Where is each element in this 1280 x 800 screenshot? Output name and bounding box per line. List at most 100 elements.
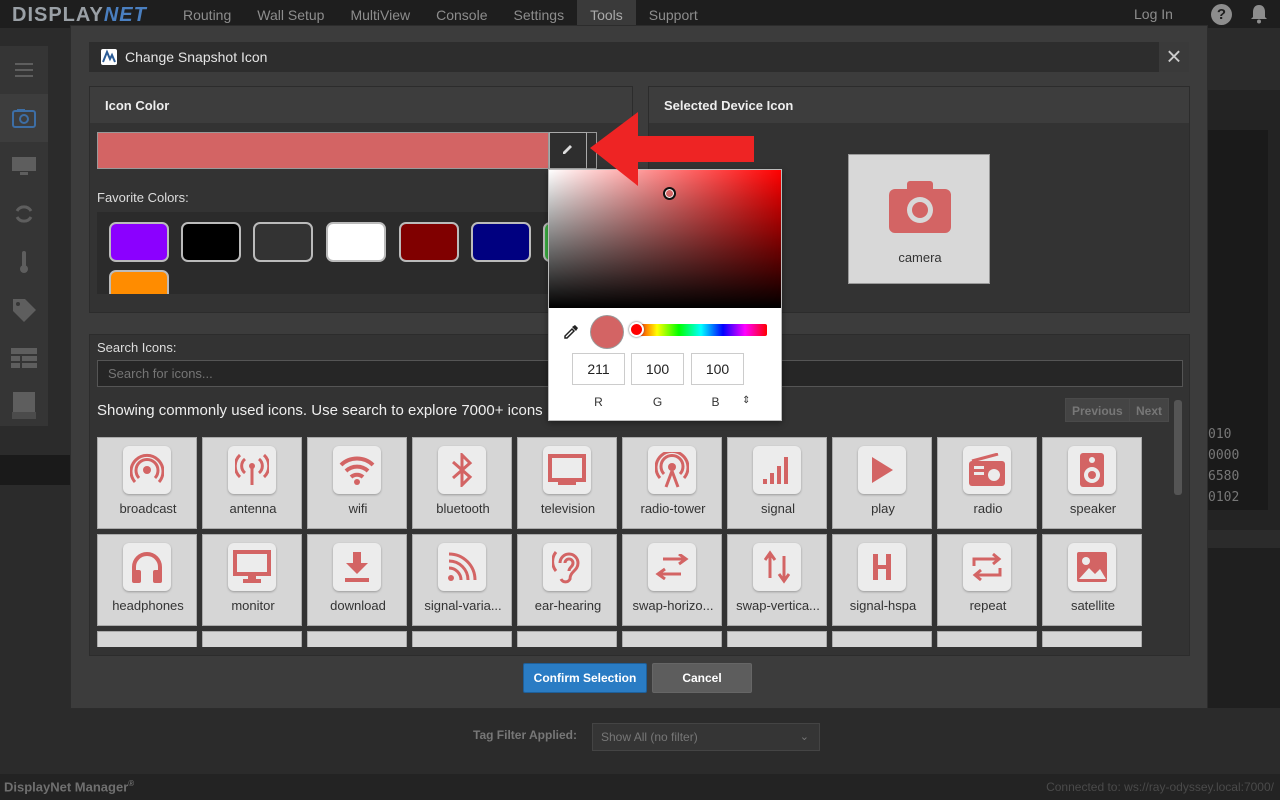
icon-tile-signal[interactable]: signal [727, 437, 827, 529]
color-picker-popup: 211 100 100 R G B ⇕ [548, 169, 782, 421]
refresh-icon[interactable] [0, 190, 48, 238]
repeat-icon [963, 543, 1011, 591]
icon-tile-radio[interactable]: radio [937, 437, 1037, 529]
icon-tile-label: speaker [1069, 501, 1117, 516]
icon-tile[interactable] [202, 631, 302, 647]
icon-tile-repeat[interactable]: repeat [937, 534, 1037, 626]
icon-tile-signal-variant[interactable]: signal-varia... [412, 534, 512, 626]
ear-hearing-icon [543, 543, 591, 591]
favorite-color-swatch[interactable] [326, 222, 386, 262]
displaynet-logo: DISPLAYNET [12, 4, 147, 26]
icon-tile-wifi[interactable]: wifi [307, 437, 407, 529]
icon-tile-label: bluetooth [436, 501, 490, 516]
close-icon[interactable]: × [1159, 42, 1189, 72]
nav-settings[interactable]: Settings [500, 0, 577, 28]
icon-tile-radio-tower[interactable]: radio-tower [622, 437, 722, 529]
swap-horizontal-icon [648, 543, 696, 591]
satellite-icon [1068, 543, 1116, 591]
favorite-color-swatch[interactable] [109, 222, 169, 262]
red-input[interactable]: 211 [572, 353, 625, 385]
nav-support[interactable]: Support [636, 0, 711, 28]
annotation-arrow-icon [590, 112, 754, 186]
icon-tile-swap-horizontal[interactable]: swap-horizo... [622, 534, 722, 626]
nav-wall-setup[interactable]: Wall Setup [244, 0, 337, 28]
icon-tile-television[interactable]: television [517, 437, 617, 529]
icon-tile-broadcast[interactable]: broadcast [97, 437, 197, 529]
login-link[interactable]: Log In [1134, 6, 1173, 22]
pencil-icon[interactable] [549, 132, 587, 169]
nav-console[interactable]: Console [423, 0, 500, 28]
icon-tile-ear-hearing[interactable]: ear-hearing [517, 534, 617, 626]
sidebar [0, 46, 48, 426]
tag-icon[interactable] [0, 286, 48, 334]
icon-tile-label: play [871, 501, 895, 516]
icon-tile[interactable] [937, 631, 1037, 647]
icon-grid-scrollbar[interactable] [1174, 400, 1182, 495]
background-band [1208, 548, 1280, 708]
tag-filter-select[interactable]: Show All (no filter) ⌄ [592, 723, 820, 751]
eyedropper-icon[interactable] [563, 324, 579, 340]
top-nav: DISPLAYNET Routing Wall Setup MultiView … [0, 0, 1280, 28]
wifi-icon [333, 446, 381, 494]
previous-button[interactable]: Previous [1065, 398, 1130, 422]
edid-icon[interactable] [0, 142, 48, 190]
snapshot-icon[interactable] [0, 94, 48, 142]
icon-tile-antenna[interactable]: antenna [202, 437, 302, 529]
icon-tile-download[interactable]: download [307, 534, 407, 626]
table-icon[interactable] [0, 334, 48, 382]
favorite-color-swatch[interactable] [399, 222, 459, 262]
nav-tools[interactable]: Tools [577, 0, 636, 28]
nav-routing[interactable]: Routing [170, 0, 244, 28]
icon-tile[interactable] [517, 631, 617, 647]
code-line: 0000 [1208, 448, 1240, 463]
format-toggle-icon[interactable]: ⇕ [742, 395, 750, 406]
favorite-color-swatch[interactable] [109, 270, 169, 294]
icon-tile[interactable] [97, 631, 197, 647]
nav-multiview[interactable]: MultiView [337, 0, 423, 28]
favorite-color-swatch[interactable] [253, 222, 313, 262]
green-input[interactable]: 100 [631, 353, 684, 385]
log-icon[interactable] [0, 382, 48, 430]
hue-slider[interactable] [635, 324, 767, 336]
icon-tile[interactable] [1042, 631, 1142, 647]
current-color-bar[interactable] [97, 132, 549, 169]
signal-hspa-icon [858, 543, 906, 591]
icon-tile-speaker[interactable]: speaker [1042, 437, 1142, 529]
icon-tile[interactable] [412, 631, 512, 647]
next-button[interactable]: Next [1129, 398, 1170, 422]
radio-tower-icon [648, 446, 696, 494]
thermometer-icon[interactable] [0, 238, 48, 286]
radio-icon [963, 446, 1011, 494]
green-label: G [652, 395, 663, 409]
icon-tile-signal-hspa[interactable]: signal-hspa [832, 534, 932, 626]
icon-tile[interactable] [727, 631, 827, 647]
cancel-button[interactable]: Cancel [652, 663, 752, 693]
icon-tile-headphones[interactable]: headphones [97, 534, 197, 626]
bell-icon[interactable] [1250, 4, 1268, 24]
icon-tile-label: swap-vertica... [736, 598, 820, 613]
background-band [0, 455, 70, 485]
chevron-down-icon: ⌄ [799, 731, 809, 743]
icon-tile[interactable] [832, 631, 932, 647]
icon-tile-play[interactable]: play [832, 437, 932, 529]
menu-icon[interactable] [0, 46, 48, 94]
favorite-color-swatch[interactable] [471, 222, 531, 262]
icon-tile-label: swap-horizo... [632, 598, 714, 613]
confirm-selection-button[interactable]: Confirm Selection [523, 663, 647, 693]
icon-tile[interactable] [307, 631, 407, 647]
code-panel: 010 0000 6580 0102 [1208, 130, 1268, 510]
camera-icon [889, 181, 951, 233]
icon-tile-swap-vertical[interactable]: swap-vertica... [727, 534, 827, 626]
icon-tile[interactable] [622, 631, 722, 647]
icon-tile-bluetooth[interactable]: bluetooth [412, 437, 512, 529]
favorite-color-swatch[interactable] [181, 222, 241, 262]
icon-tile-monitor[interactable]: monitor [202, 534, 302, 626]
help-icon[interactable]: ? [1211, 4, 1232, 25]
blue-label: B [711, 395, 720, 409]
hue-slider-handle[interactable] [629, 322, 644, 337]
icon-tile-label: radio-tower [640, 501, 706, 516]
icon-tile-label: repeat [969, 598, 1007, 613]
bluetooth-icon [438, 446, 486, 494]
blue-input[interactable]: 100 [691, 353, 744, 385]
icon-tile-satellite[interactable]: satellite [1042, 534, 1142, 626]
